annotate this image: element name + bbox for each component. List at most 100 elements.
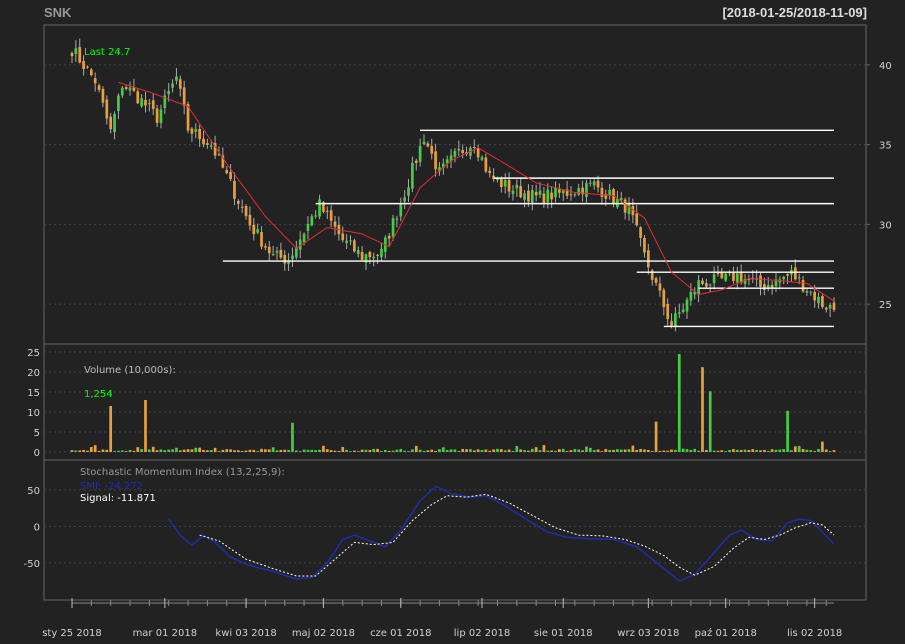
volume-last-value: 1,254 [84, 389, 113, 400]
candle-body [194, 129, 198, 132]
candle-body [101, 88, 105, 103]
candle-body [596, 180, 600, 188]
candle-body [360, 251, 364, 260]
candle-body [488, 170, 492, 174]
candle-body [236, 200, 240, 204]
candle-body [573, 194, 577, 196]
candle-body [325, 210, 329, 212]
candle-body [550, 192, 553, 200]
volume-bar [252, 449, 256, 452]
volume-bar [329, 450, 333, 452]
candle-body [333, 221, 337, 227]
volume-bar [484, 449, 488, 452]
x-tick-label: sty 25 2018 [42, 628, 102, 639]
volume-bar [500, 449, 503, 452]
volume-bar [763, 449, 766, 452]
candle-body [670, 321, 673, 327]
volume-bar [275, 450, 279, 452]
candle-body [809, 291, 813, 293]
volume-bar [233, 450, 236, 452]
volume-tick-label: 5 [34, 428, 40, 439]
smi-value-label: SMI: -24.272 [80, 481, 143, 492]
volume-bar [612, 449, 615, 452]
volume-bar [267, 449, 271, 452]
volume-bar [206, 450, 209, 452]
candle-body [86, 66, 89, 68]
candle-body [202, 138, 205, 145]
volume-panel-frame [43, 343, 867, 461]
candle-body [117, 95, 120, 111]
candle-body [291, 255, 294, 260]
volume-bar [801, 449, 805, 452]
volume-bar [515, 446, 519, 452]
volume-bar [542, 445, 546, 452]
volume-bar [685, 449, 689, 452]
candle-body [569, 194, 573, 196]
volume-bar [353, 450, 356, 452]
volume-bar [608, 449, 612, 452]
volume-bar [616, 449, 619, 452]
candle-body [546, 189, 550, 203]
candle-body [511, 190, 515, 194]
volume-bar [434, 450, 437, 452]
volume-bar [693, 448, 697, 452]
candle-body [318, 199, 321, 217]
candle-body [430, 145, 434, 154]
volume-bar [395, 449, 399, 452]
candle-body [701, 280, 704, 284]
volume-bar [136, 447, 140, 452]
volume-bar [743, 449, 747, 452]
volume-bar [144, 400, 147, 452]
volume-bar [291, 422, 294, 452]
volume-bar [507, 449, 511, 452]
volume-bar [558, 449, 561, 452]
volume-bar [163, 450, 167, 452]
candle-body [786, 274, 789, 276]
signal-line [199, 493, 835, 577]
volume-tick-label: 20 [27, 368, 40, 379]
candle-body [414, 160, 418, 164]
volume-bar [496, 448, 499, 452]
candle-body [426, 143, 430, 147]
volume-bar [705, 449, 708, 452]
volume-bar [569, 450, 573, 452]
volume-bar [140, 448, 143, 452]
candle-body [140, 98, 143, 107]
volume-bar [739, 450, 743, 452]
volume-bar [677, 354, 681, 452]
volume-tick-label: 15 [27, 388, 40, 399]
volume-bar [264, 449, 267, 452]
x-tick-label: lip 02 2018 [454, 628, 510, 639]
candle-body [93, 78, 97, 84]
volume-bar [155, 450, 159, 452]
volume-bar [97, 450, 101, 452]
candle-body [368, 252, 372, 258]
candle-body [793, 267, 797, 280]
volume-bar [472, 450, 476, 452]
chart-canvas: 25 30 35 40 Last 24.7 0 5 10 15 20 25 Volume (10,00… [24, 24, 892, 639]
volume-bar [190, 449, 194, 452]
candle-body [685, 299, 689, 312]
volume-bar [821, 441, 824, 452]
candle-body [627, 202, 631, 214]
candle-body [306, 223, 310, 231]
volume-bar [260, 448, 263, 452]
candles [70, 38, 836, 332]
volume-bar [592, 450, 596, 452]
volume-bar [546, 450, 550, 452]
volume-bar [786, 410, 789, 452]
volume-bar [465, 449, 468, 452]
volume-bar [306, 449, 310, 452]
volume-bar [735, 449, 739, 452]
last-price-label: Last 24.7 [84, 47, 130, 58]
volume-bar [345, 449, 348, 452]
volume-bar [813, 451, 817, 452]
candle-body [801, 280, 805, 292]
candle-body [109, 116, 113, 130]
volume-bar [716, 450, 720, 452]
volume-bar [759, 450, 762, 452]
candle-body [689, 291, 693, 301]
candle-body [349, 240, 352, 242]
volume-bar [488, 450, 492, 452]
volume-bar [480, 449, 484, 452]
